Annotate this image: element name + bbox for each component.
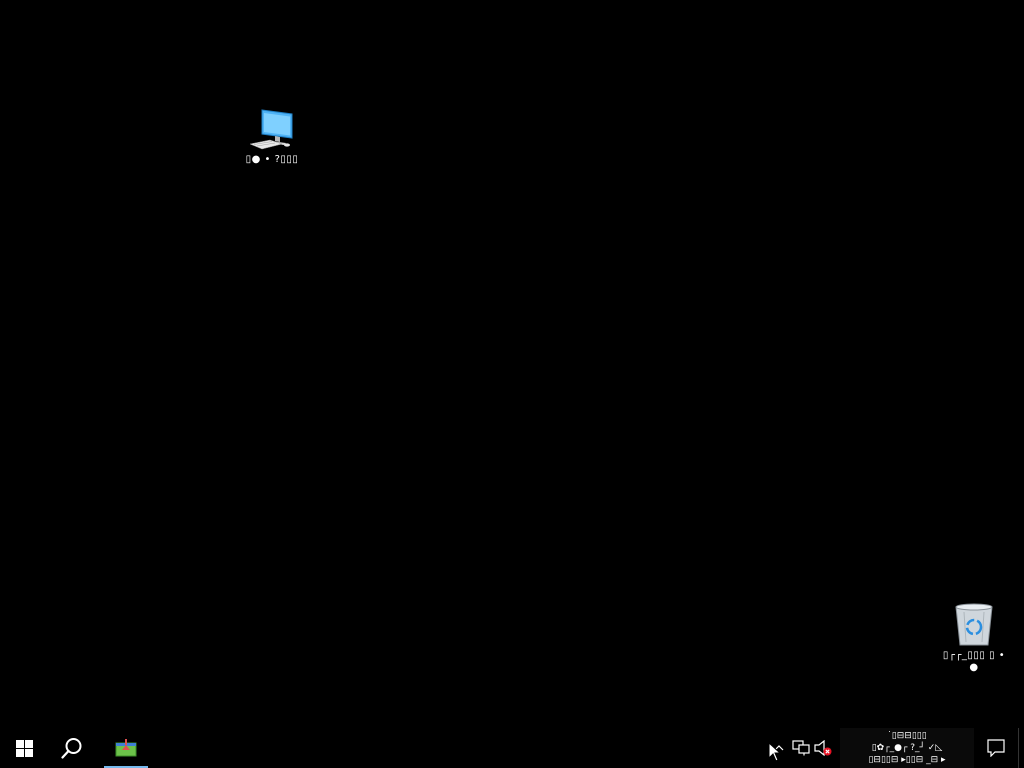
start-button[interactable] xyxy=(0,728,48,768)
action-center-button[interactable] xyxy=(974,728,1018,768)
tray-show-hidden[interactable] xyxy=(768,728,790,768)
volume-muted-icon xyxy=(814,740,832,756)
desktop-icon-computer[interactable]: ▯● • ?▯▯▯ xyxy=(232,108,312,166)
recycle-bin-icon xyxy=(955,603,993,646)
clock-line-3: ▯⊟▯▯⊟ ▸▯▯⊟ _⊟ ▸ xyxy=(868,755,946,765)
taskbar: ˙▯⊟⊟▯▯▯ ▯✿┌_●┌ ?_┘ ✓◺ ▯⊟▯▯⊟ ▸▯▯⊟ _⊟ ▸ xyxy=(0,728,1024,768)
clock-line-1: ˙▯⊟⊟▯▯▯ xyxy=(887,731,927,741)
taskbar-app-button[interactable] xyxy=(102,728,150,768)
system-tray: ˙▯⊟⊟▯▯▯ ▯✿┌_●┌ ?_┘ ✓◺ ▯⊟▯▯⊟ ▸▯▯⊟ _⊟ ▸ xyxy=(768,728,1024,768)
clock-line-2: ▯✿┌_●┌ ?_┘ ✓◺ xyxy=(871,743,943,753)
search-icon xyxy=(61,738,82,759)
desktop-icon-label: ▯● • ?▯▯▯ xyxy=(245,154,299,165)
network-icon xyxy=(792,740,810,756)
windows-logo-icon xyxy=(15,739,33,757)
chevron-up-icon xyxy=(774,745,784,751)
desktop-icon-recycle-bin[interactable]: ▯┌┌_▯▯▯ ▯ • ● xyxy=(934,602,1014,674)
tray-network[interactable] xyxy=(790,728,812,768)
action-center-icon xyxy=(987,739,1005,757)
search-button[interactable] xyxy=(48,728,96,768)
tray-volume[interactable] xyxy=(812,728,834,768)
show-desktop-button[interactable] xyxy=(1018,728,1024,768)
tray-clock[interactable]: ˙▯⊟⊟▯▯▯ ▯✿┌_●┌ ?_┘ ✓◺ ▯⊟▯▯⊟ ▸▯▯⊟ _⊟ ▸ xyxy=(840,728,974,768)
desktop-icon-label: ▯┌┌_▯▯▯ ▯ • ● xyxy=(942,650,1006,673)
computer-icon xyxy=(249,109,293,150)
desktop: ▯● • ?▯▯▯ ▯┌┌_▯▯▯ ▯ • ● xyxy=(0,0,1024,728)
app-window-icon xyxy=(115,739,137,757)
